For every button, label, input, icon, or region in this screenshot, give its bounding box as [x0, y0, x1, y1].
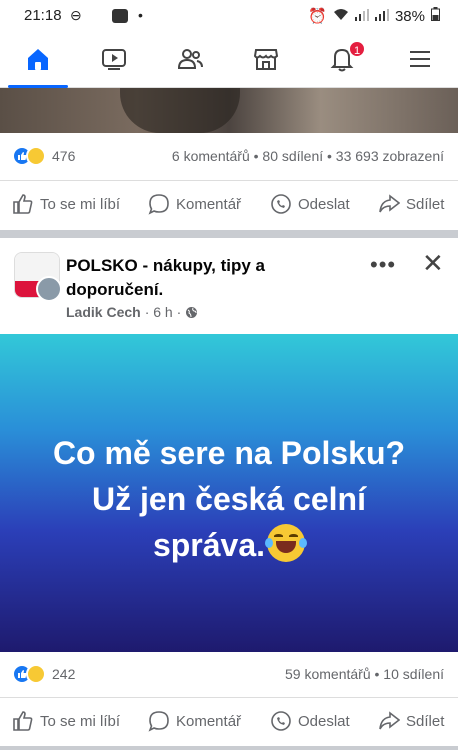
share-button[interactable]: Sdílet — [378, 193, 444, 215]
post2-header: POLSKO - nákupy, tipy a doporučení. Ladi… — [0, 244, 458, 334]
comment-button[interactable]: Komentář — [148, 710, 241, 732]
send-button[interactable]: Odeslat — [270, 710, 350, 732]
reactions-summary[interactable]: 476 — [12, 146, 75, 166]
home-icon — [28, 49, 48, 70]
friends-icon — [177, 49, 203, 69]
haha-reaction-icon — [26, 664, 46, 684]
share-icon — [379, 194, 400, 213]
share-label: Sdílet — [406, 712, 445, 730]
comment-button[interactable]: Komentář — [148, 193, 241, 215]
post2-stats: 242 59 komentářů • 10 sdílení — [0, 654, 458, 694]
close-button[interactable]: ✕ — [422, 248, 444, 279]
share-icon — [379, 711, 400, 730]
share-label: Sdílet — [406, 195, 445, 213]
video-icon — [102, 49, 126, 70]
laughing-tears-emoji-icon — [265, 524, 308, 562]
status-bar: 21:18 ⊖ • ⏰ 38% — [0, 0, 458, 32]
send-label: Odeslat — [298, 712, 350, 730]
image-text: Co mě sere na Polsku? Už jen česká celní… — [20, 430, 438, 568]
marketplace-icon — [253, 49, 279, 70]
thumbs-up-icon — [13, 194, 33, 214]
reactions-summary[interactable]: 242 — [12, 664, 75, 684]
image-text-line2: Už jen česká celní — [92, 481, 366, 517]
send-label: Odeslat — [298, 195, 350, 213]
reactions-count: 242 — [52, 666, 76, 682]
like-button[interactable]: To se mi líbí — [12, 193, 120, 215]
post-separator — [0, 746, 458, 750]
comment-label: Komentář — [176, 712, 242, 730]
nav-friends[interactable] — [160, 34, 220, 84]
image-text-line3: správa. — [152, 527, 266, 563]
share-button[interactable]: Sdílet — [378, 710, 444, 732]
nav-menu[interactable] — [390, 34, 450, 84]
post2-image[interactable]: Co mě sere na Polsku? Už jen česká celní… — [0, 334, 458, 652]
nav-video[interactable] — [84, 34, 144, 84]
post-meta-counts[interactable]: 59 komentářů • 10 sdílení — [285, 666, 444, 682]
post-separator — [0, 230, 458, 238]
nav-marketplace[interactable] — [236, 34, 296, 84]
whatsapp-icon — [271, 194, 291, 214]
post-meta-counts[interactable]: 6 komentářů • 80 sdílení • 33 693 zobraz… — [172, 148, 444, 164]
top-navigation: 1 — [0, 34, 458, 88]
send-button[interactable]: Odeslat — [270, 193, 350, 215]
author-avatar[interactable] — [36, 276, 62, 302]
haha-reaction-icon — [26, 146, 46, 166]
signal-icon-2 — [374, 8, 389, 25]
author-line: Ladik Cech · 6 h · — [66, 304, 198, 320]
wifi-icon — [333, 7, 349, 25]
comment-icon — [148, 194, 169, 215]
like-label: To se mi líbí — [40, 712, 121, 730]
like-label: To se mi líbí — [40, 195, 121, 213]
thumbs-up-icon — [13, 711, 33, 731]
comment-label: Komentář — [176, 195, 242, 213]
whatsapp-icon — [271, 711, 291, 731]
post1-stats: 476 6 komentářů • 80 sdílení • 33 693 zo… — [0, 136, 458, 176]
nav-notifications[interactable]: 1 — [312, 34, 372, 84]
globe-icon — [186, 306, 198, 318]
notification-badge: 1 — [348, 40, 366, 58]
battery-icon — [431, 7, 440, 25]
nav-home[interactable] — [8, 34, 68, 84]
do-not-disturb-icon: ⊖ — [70, 7, 82, 23]
comment-icon — [148, 711, 169, 732]
alarm-icon: ⏰ — [308, 8, 327, 25]
post1-actions: To se mi líbí Komentář Odeslat Sdílet — [0, 180, 458, 230]
post2-actions: To se mi líbí Komentář Odeslat Sdílet — [0, 697, 458, 747]
group-name[interactable]: POLSKO - nákupy, tipy a doporučení. — [66, 254, 366, 302]
more-options-button[interactable]: ••• — [370, 252, 396, 278]
clock: 21:18 — [24, 7, 62, 24]
app-notification-icon — [112, 9, 128, 23]
dot-icon: • — [138, 7, 143, 23]
signal-icon — [354, 8, 369, 25]
image-text-line1: Co mě sere na Polsku? — [52, 435, 406, 471]
author-name[interactable]: Ladik Cech — [66, 304, 141, 320]
post-time[interactable]: · 6 h · — [145, 304, 182, 320]
menu-icon — [410, 51, 430, 67]
reactions-count: 476 — [52, 148, 76, 164]
battery-percent: 38% — [394, 7, 425, 25]
like-button[interactable]: To se mi líbí — [12, 710, 120, 732]
previous-post-image[interactable] — [0, 88, 458, 133]
